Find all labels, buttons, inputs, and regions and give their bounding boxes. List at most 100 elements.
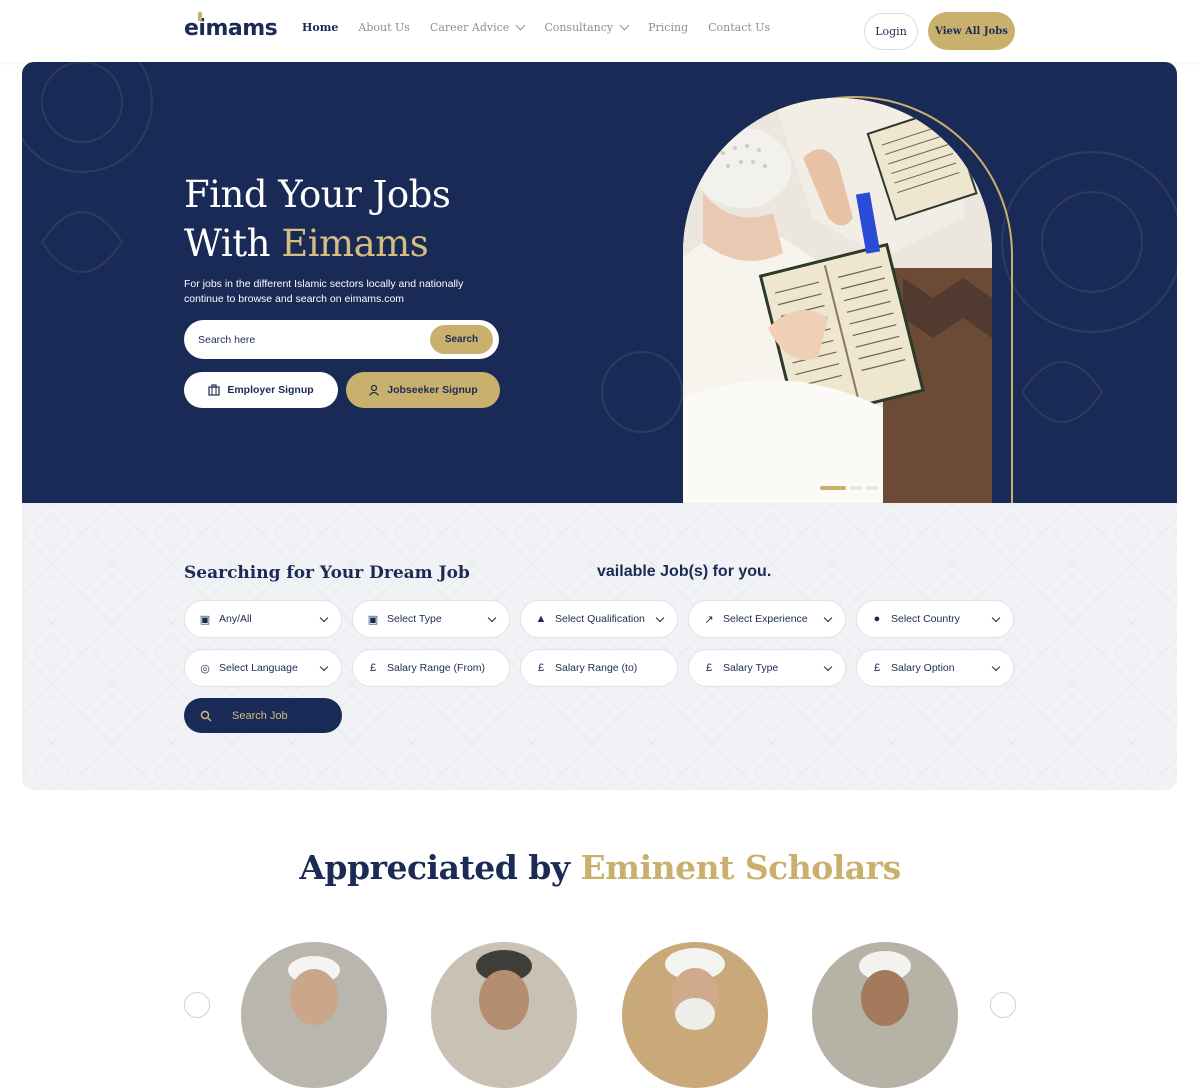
carousel-next-button[interactable] <box>990 992 1016 1018</box>
graduation-cap-icon: ▲ <box>535 613 547 625</box>
geometric-pattern-decoration <box>22 503 1177 790</box>
qualification-select[interactable]: ▲ Select Qualification <box>520 600 678 638</box>
job-search-panel: Searching for Your Dream Job vailable Jo… <box>22 503 1177 790</box>
nav-item-contact-us[interactable]: Contact Us <box>708 21 770 34</box>
chevron-down-icon <box>991 662 1001 672</box>
briefcase-icon: ▣ <box>367 613 379 626</box>
chevron-down-icon <box>619 20 630 31</box>
category-select-label: Any/All <box>219 613 252 625</box>
salary-type-select-label: Salary Type <box>723 662 779 674</box>
salary-option-select[interactable]: £ Salary Option <box>856 649 1014 687</box>
scholars-title-prefix: Appreciated by <box>299 848 581 887</box>
language-select[interactable]: ◎ Select Language <box>184 649 342 687</box>
site-logo[interactable]: eimams <box>184 12 278 42</box>
experience-select-label: Select Experience <box>723 613 808 625</box>
experience-select[interactable]: ↗ Select Experience <box>688 600 846 638</box>
job-type-select[interactable]: ▣ Select Type <box>352 600 510 638</box>
scholar-avatar[interactable] <box>241 942 387 1088</box>
pound-icon: £ <box>705 662 713 674</box>
minaret-icon <box>198 12 202 21</box>
jobseeker-signup-button[interactable]: Jobseeker Signup <box>346 372 500 408</box>
search-icon <box>200 710 212 721</box>
scholar-avatar[interactable] <box>812 942 958 1088</box>
trend-up-icon: ↗ <box>704 613 714 626</box>
carousel-dot[interactable] <box>850 486 862 490</box>
map-pin-icon: ● <box>873 613 881 625</box>
hero-search-button[interactable]: Search <box>430 325 493 354</box>
jobseeker-signup-label: Jobseeker Signup <box>387 384 478 396</box>
scholar-avatar[interactable] <box>431 942 577 1088</box>
job-type-select-label: Select Type <box>387 613 442 625</box>
hero-subtitle: For jobs in the different Islamic sector… <box>184 277 504 307</box>
scholar-portrait <box>241 942 387 1088</box>
salary-from-input[interactable]: £ Salary Range (From) <box>352 649 510 687</box>
salary-to-input[interactable]: £ Salary Range (to) <box>520 649 678 687</box>
category-select[interactable]: ▣ Any/All <box>184 600 342 638</box>
nav-item-consultancy[interactable]: Consultancy <box>544 20 630 34</box>
hero-image <box>683 98 992 503</box>
carousel-dot[interactable] <box>866 486 878 490</box>
chevron-down-icon <box>319 613 329 623</box>
nav-item-pricing[interactable]: Pricing <box>648 21 688 34</box>
hero-subtitle-line2: continue to browse and search on eimams.… <box>184 293 405 305</box>
nav-label: Home <box>302 21 339 34</box>
globe-icon: ◎ <box>200 662 210 675</box>
language-select-label: Select Language <box>219 662 298 674</box>
hero-title-prefix: With <box>184 222 282 265</box>
main-menu: Home About Us Career Advice Consultancy … <box>302 20 790 34</box>
chevron-down-icon <box>823 613 833 623</box>
search-job-label: Search Job <box>232 709 288 722</box>
scholars-section-title: Appreciated by Eminent Scholars <box>0 848 1200 887</box>
carousel-dot-active[interactable] <box>820 486 846 490</box>
nav-item-career-advice[interactable]: Career Advice <box>429 20 526 34</box>
salary-to-placeholder: Salary Range (to) <box>555 662 638 674</box>
nav-label: Pricing <box>648 21 689 34</box>
pound-icon: £ <box>537 662 545 674</box>
briefcase-icon: ▣ <box>199 613 211 626</box>
nav-item-about-us[interactable]: About Us <box>358 21 410 34</box>
salary-option-select-label: Salary Option <box>891 662 955 674</box>
country-select[interactable]: ● Select Country <box>856 600 1014 638</box>
job-search-title: Searching for Your Dream Job <box>184 563 470 583</box>
hero-title-line1: Find Your Jobs <box>184 173 451 216</box>
carousel-indicators <box>820 486 878 490</box>
scholar-portrait <box>812 942 958 1088</box>
quran-reading-illustration <box>683 98 992 503</box>
chevron-down-icon <box>655 613 665 623</box>
chevron-down-icon <box>487 613 497 623</box>
top-navbar: eimams Home About Us Career Advice Consu… <box>0 0 1200 62</box>
scholar-portrait <box>431 942 577 1088</box>
hero-title-highlight: Eimams <box>281 222 429 265</box>
chevron-down-icon <box>515 20 526 31</box>
chevron-down-icon <box>991 613 1001 623</box>
nav-label: Contact Us <box>708 21 771 34</box>
pound-icon: £ <box>873 662 881 674</box>
user-icon <box>369 384 380 396</box>
nav-label: Career Advice <box>429 21 510 34</box>
nav-item-home[interactable]: Home <box>302 21 338 34</box>
scholar-avatar[interactable] <box>622 942 768 1088</box>
salary-type-select[interactable]: £ Salary Type <box>688 649 846 687</box>
employer-signup-button[interactable]: Employer Signup <box>184 372 338 408</box>
carousel-prev-button[interactable] <box>184 992 210 1018</box>
scholars-title-highlight: Eminent Scholars <box>580 848 902 887</box>
pound-icon: £ <box>369 662 377 674</box>
country-select-label: Select Country <box>891 613 960 625</box>
chevron-down-icon <box>823 662 833 672</box>
scholar-portrait <box>622 942 768 1088</box>
nav-label: About Us <box>358 21 410 34</box>
login-button[interactable]: Login <box>864 13 918 50</box>
hero-search-input[interactable] <box>198 320 418 359</box>
nav-label: Consultancy <box>544 21 614 34</box>
search-job-button[interactable]: Search Job <box>184 698 342 733</box>
available-jobs-count-text: vailable Job(s) for you. <box>597 563 772 580</box>
chevron-down-icon <box>319 662 329 672</box>
qualification-select-label: Select Qualification <box>555 613 645 625</box>
employer-signup-label: Employer Signup <box>227 384 314 396</box>
view-all-jobs-button[interactable]: View All Jobs <box>928 12 1015 50</box>
salary-from-placeholder: Salary Range (From) <box>387 662 486 674</box>
building-icon <box>208 384 220 396</box>
hero-section: Find Your Jobs With Eimams For jobs in t… <box>22 62 1177 503</box>
hero-subtitle-line1: For jobs in the different Islamic sector… <box>184 278 464 290</box>
hero-search-bar: Search <box>184 320 499 359</box>
